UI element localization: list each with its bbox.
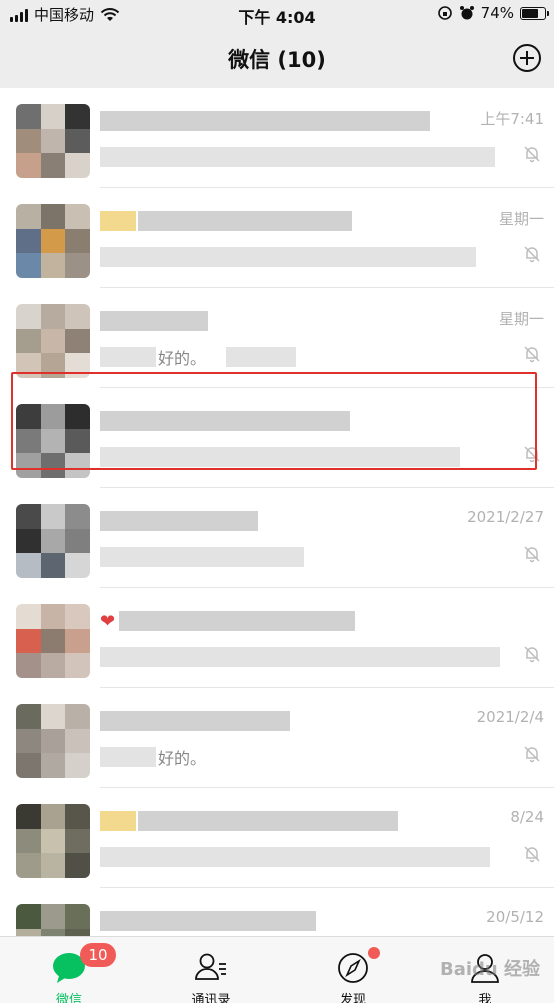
tab-label: 发现 <box>339 993 366 1003</box>
orientation-lock-icon <box>437 6 452 20</box>
chat-row[interactable]: 上午7:41 <box>0 88 554 188</box>
plus-circle-icon[interactable] <box>512 43 542 73</box>
tab-discover[interactable]: 发现 <box>284 937 422 1003</box>
chat-preview <box>100 446 460 468</box>
status-bar: 中国移动 下午 4:04 74% <box>0 0 554 28</box>
chat-list[interactable]: 上午7:41 星期一 好的。 星期一 2021/2/27 ❤ 好的。 2021/… <box>0 88 554 936</box>
chat-preview-text: 好的。 <box>158 349 207 368</box>
mute-bell-icon <box>524 546 540 563</box>
avatar <box>16 604 90 678</box>
avatar <box>16 204 90 278</box>
chat-time: 2021/2/4 <box>476 708 544 726</box>
chat-row[interactable] <box>0 388 554 488</box>
notification-dot <box>368 947 380 959</box>
avatar <box>16 104 90 178</box>
chat-time: 星期一 <box>498 210 544 228</box>
chat-row[interactable]: 好的。 2021/2/4 <box>0 688 554 788</box>
chat-name <box>100 208 352 234</box>
tab-label: 微信 <box>55 993 82 1003</box>
battery-icon <box>520 6 549 20</box>
alarm-icon <box>459 6 474 20</box>
status-right: 74% <box>437 4 549 22</box>
tab-chats[interactable]: 10 微信 <box>0 937 138 1003</box>
avatar <box>16 504 90 578</box>
compass-icon <box>338 953 368 983</box>
mute-bell-icon <box>524 746 540 763</box>
avatar <box>16 404 90 478</box>
mute-bell-icon <box>524 346 540 363</box>
chat-preview <box>100 146 495 168</box>
chat-time: 星期一 <box>498 310 544 328</box>
chat-preview <box>100 546 304 568</box>
avatar <box>16 904 90 936</box>
mute-bell-icon <box>524 246 540 263</box>
mute-bell-icon <box>524 846 540 863</box>
heart-icon: ❤ <box>100 610 116 632</box>
unread-badge: 10 <box>80 943 116 967</box>
page-title: 微信 (10) <box>228 48 326 72</box>
chat-name <box>100 508 258 534</box>
chat-preview: 好的。 <box>100 746 206 768</box>
tab-label: 通讯录 <box>191 993 231 1003</box>
mute-bell-icon <box>524 646 540 663</box>
tab-bar: 10 微信 通讯录 发现 我 Baidu 经验 <box>0 936 554 1003</box>
tab-label: 我 <box>478 993 492 1003</box>
chat-time: 2021/2/27 <box>467 508 544 526</box>
battery-fill <box>522 8 539 18</box>
chat-row[interactable]: 好的。 星期一 <box>0 288 554 388</box>
chat-row[interactable]: 20/5/12 <box>0 888 554 936</box>
chat-name <box>100 308 208 334</box>
chat-preview-text: 好的。 <box>158 749 207 768</box>
chat-row[interactable]: 8/24 <box>0 788 554 888</box>
contacts-icon <box>195 953 226 980</box>
avatar <box>16 704 90 778</box>
chat-time: 上午7:41 <box>480 110 544 128</box>
tab-contacts[interactable]: 通讯录 <box>142 937 280 1003</box>
chat-preview <box>100 646 500 668</box>
chat-time: 8/24 <box>510 808 544 826</box>
chat-preview <box>100 246 476 268</box>
chat-time: 20/5/12 <box>486 908 544 926</box>
mute-bell-icon <box>524 446 540 463</box>
chat-preview <box>100 846 490 868</box>
nav-bar: 微信 (10) <box>0 28 554 88</box>
chat-name: ❤ <box>100 608 356 634</box>
chat-row[interactable]: 2021/2/27 <box>0 488 554 588</box>
watermark: Baidu 经验 <box>439 959 540 980</box>
chat-preview: 好的。 <box>100 346 297 368</box>
chat-name <box>100 108 430 134</box>
chat-name <box>100 808 398 834</box>
avatar <box>16 304 90 378</box>
chat-row[interactable]: 星期一 <box>0 188 554 288</box>
battery-percent: 74% <box>480 4 514 22</box>
chat-name <box>100 408 350 434</box>
mute-bell-icon <box>524 146 540 163</box>
chat-name <box>100 908 316 934</box>
chat-row[interactable]: ❤ <box>0 588 554 688</box>
chat-name <box>100 708 290 734</box>
avatar <box>16 804 90 878</box>
